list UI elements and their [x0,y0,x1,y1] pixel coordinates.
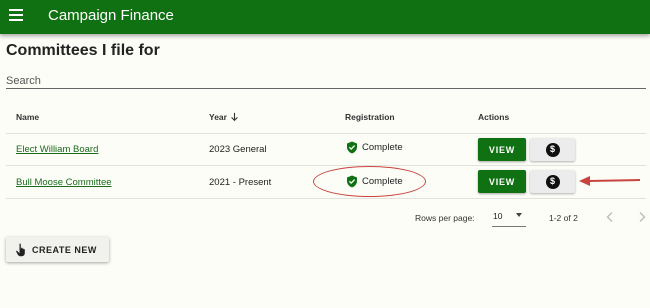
column-header-name[interactable]: Name [16,112,39,122]
rows-per-page-select[interactable]: 10 [492,208,526,227]
year-cell: 2021 - Present [209,177,272,188]
divider [6,133,646,134]
app-title: Campaign Finance [48,7,174,24]
column-header-actions: Actions [478,112,509,122]
sort-down-icon [231,112,238,122]
divider [6,165,646,166]
committee-link[interactable]: Elect William Board [16,144,98,155]
year-cell: 2023 General [209,144,267,155]
rows-per-page-value: 10 [493,211,503,221]
column-header-registration: Registration [345,112,395,122]
create-new-button[interactable]: CREATE NEW [6,237,109,262]
column-header-year[interactable]: Year [209,112,239,122]
dollar-circle-icon: $ [545,142,560,157]
column-header-name-label: Name [16,112,40,122]
search-input[interactable] [6,73,646,89]
view-button[interactable]: VIEW [478,138,526,161]
chevron-left-icon[interactable] [605,211,615,223]
column-header-actions-label: Actions [478,112,510,122]
annotation-circle [313,166,426,197]
pagination-range: 1-2 of 2 [549,213,578,223]
chevron-right-icon[interactable] [637,211,647,223]
registration-status: Complete [346,141,403,154]
column-header-year-label: Year [209,112,227,122]
page-title: Committees I file for [6,42,160,59]
menu-icon[interactable] [9,9,23,21]
column-header-registration-label: Registration [345,112,395,122]
registration-status-label: Complete [362,142,403,153]
create-new-label: CREATE NEW [32,244,97,255]
rows-per-page-label: Rows per page: [415,213,475,223]
committee-link[interactable]: Bull Moose Committee [16,177,112,188]
hand-pointer-icon [16,243,25,256]
caret-down-icon [516,213,522,217]
finance-button[interactable]: $ [530,138,575,161]
view-button[interactable]: VIEW [478,170,526,193]
annotation-arrow-icon [579,176,641,186]
app-bar: Campaign Finance [0,0,650,34]
dollar-circle-icon: $ [545,174,560,189]
divider [6,198,646,199]
shield-check-icon [347,141,357,154]
finance-button[interactable]: $ [530,170,575,193]
